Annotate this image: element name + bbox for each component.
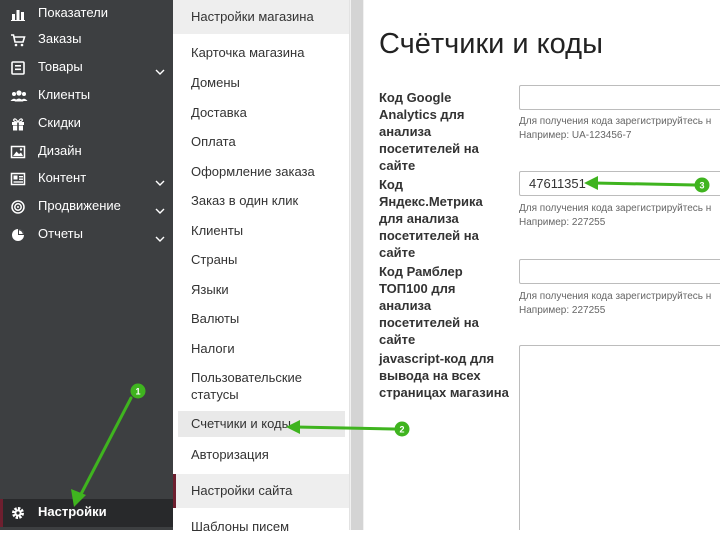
submenu-item[interactable]: Домены xyxy=(191,74,345,91)
sidebar-item-label: Показатели xyxy=(38,5,108,20)
page-title: Счётчики и коды xyxy=(379,28,603,60)
sidebar-item-label: Заказы xyxy=(38,31,82,46)
sidebar-item-label: Клиенты xyxy=(38,87,91,102)
pie-chart-icon xyxy=(10,227,26,243)
submenu-item[interactable]: Клиенты xyxy=(191,222,345,239)
yandex-metrika-input[interactable] xyxy=(519,171,720,196)
submenu-item[interactable]: Шаблоны писем xyxy=(191,518,345,535)
chevron-down-icon[interactable] xyxy=(155,174,165,189)
sidebar-item-design[interactable]: Дизайн xyxy=(0,138,173,166)
field-label-google-analytics: Код Google Analytics для анализа посетит… xyxy=(379,90,479,173)
main-content: Счётчики и коды Код Google Analytics для… xyxy=(364,0,720,530)
cart-icon xyxy=(10,32,26,48)
submenu-item[interactable]: Доставка xyxy=(191,104,345,121)
products-icon xyxy=(10,60,26,76)
submenu-item[interactable]: Заказ в один клик xyxy=(191,192,345,209)
google-analytics-input[interactable] xyxy=(519,85,720,110)
submenu-item[interactable]: Валюты xyxy=(191,310,345,327)
main-sidebar: Показатели Заказы Товары Клиенты Скидки … xyxy=(0,0,173,530)
javascript-code-textarea[interactable] xyxy=(519,345,720,530)
target-icon xyxy=(10,199,26,215)
field-example: Например: 227255 xyxy=(519,305,606,316)
sidebar-item-label: Отчеты xyxy=(38,226,83,241)
gear-icon xyxy=(10,505,26,521)
sidebar-item-label: Настройки xyxy=(38,504,107,519)
submenu-item[interactable]: Авторизация xyxy=(191,446,345,463)
submenu-item[interactable]: Оформление заказа xyxy=(191,163,345,180)
sidebar-item-discounts[interactable]: Скидки xyxy=(0,110,173,138)
submenu-item-active[interactable]: Счетчики и коды xyxy=(178,411,345,437)
submenu-header-site-settings[interactable]: Настройки сайта xyxy=(173,474,349,508)
submenu-item[interactable]: Страны xyxy=(191,251,345,268)
settings-submenu: Настройки магазина Карточка магазина Дом… xyxy=(173,0,350,534)
field-example: Например: 227255 xyxy=(519,217,606,228)
sidebar-item-label: Продвижение xyxy=(38,198,121,213)
sidebar-item-orders[interactable]: Заказы xyxy=(0,26,173,54)
sidebar-item-products[interactable]: Товары xyxy=(0,54,173,82)
sidebar-item-label: Контент xyxy=(38,170,87,185)
sidebar-item-promotion[interactable]: Продвижение xyxy=(0,193,173,221)
field-label-rambler-top100: Код Рамблер ТОП100 для анализа посетител… xyxy=(379,264,479,347)
users-icon xyxy=(10,88,28,104)
field-label-yandex-metrika: Код Яндекс.Метрика для анализа посетител… xyxy=(379,177,483,260)
field-hint: Для получения кода зарегистрируйтесь н xyxy=(519,291,712,302)
chevron-down-icon[interactable] xyxy=(155,202,165,217)
submenu-item[interactable]: Карточка магазина xyxy=(191,44,345,61)
field-example: Например: UA-123456-7 xyxy=(519,130,632,141)
chevron-down-icon[interactable] xyxy=(155,230,165,245)
field-label-javascript-code: javascript-код для вывода на всех страни… xyxy=(379,351,509,400)
rambler-top100-input[interactable] xyxy=(519,259,720,284)
sidebar-item-label: Дизайн xyxy=(38,143,82,158)
content-icon xyxy=(10,171,26,187)
scrollbar-thumb[interactable] xyxy=(351,0,363,530)
bar-chart-icon xyxy=(10,6,26,22)
submenu-item[interactable]: Оплата xyxy=(191,133,345,150)
chevron-down-icon[interactable] xyxy=(155,63,165,78)
submenu-item[interactable]: Пользовательские статусы xyxy=(191,369,311,403)
sidebar-item-clients[interactable]: Клиенты xyxy=(0,82,173,110)
submenu-header-store-settings[interactable]: Настройки магазина xyxy=(173,0,349,34)
sidebar-item-label: Товары xyxy=(38,59,83,74)
sidebar-item-dashboard[interactable]: Показатели xyxy=(0,0,173,28)
sidebar-item-label: Скидки xyxy=(38,115,81,130)
gift-icon xyxy=(10,116,26,132)
sidebar-item-reports[interactable]: Отчеты xyxy=(0,221,173,249)
field-hint: Для получения кода зарегистрируйтесь н xyxy=(519,203,712,214)
sidebar-item-content[interactable]: Контент xyxy=(0,165,173,193)
submenu-item[interactable]: Языки xyxy=(191,281,345,298)
image-icon xyxy=(10,144,26,160)
sidebar-item-settings[interactable]: Настройки xyxy=(0,499,173,527)
submenu-item[interactable]: Налоги xyxy=(191,340,345,357)
field-hint: Для получения кода зарегистрируйтесь н xyxy=(519,116,712,127)
